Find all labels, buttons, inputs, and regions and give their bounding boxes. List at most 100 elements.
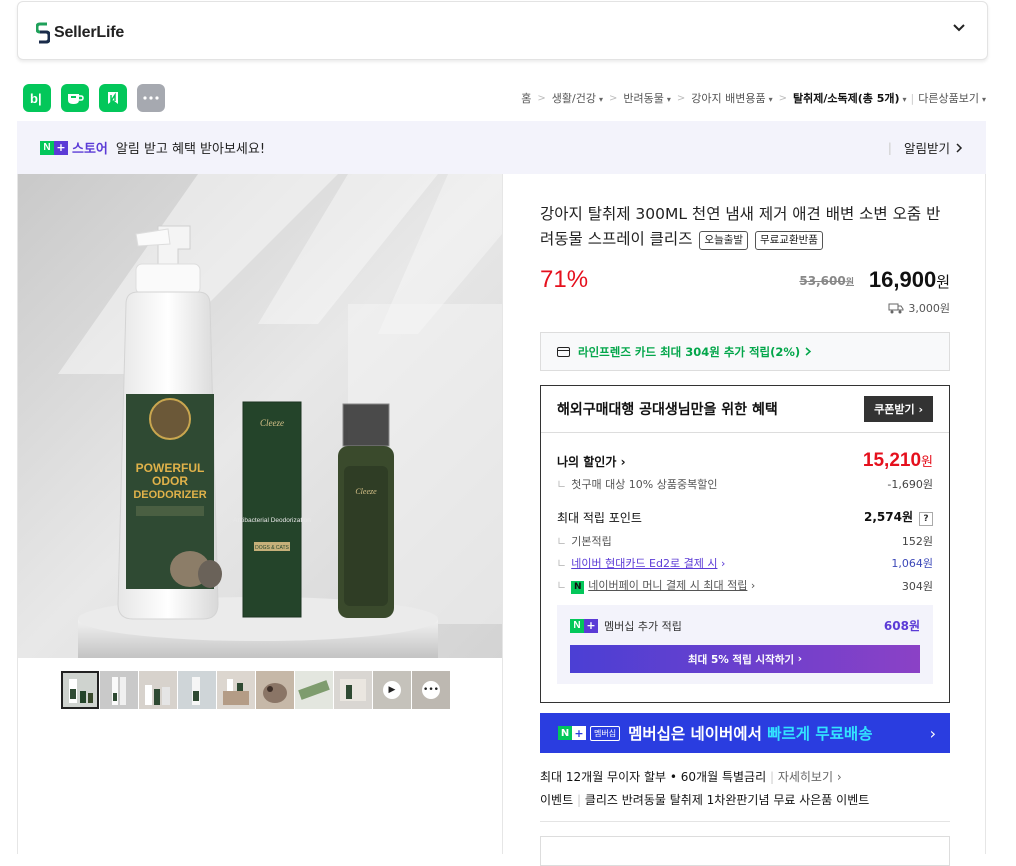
thumbnail-1[interactable] (61, 671, 99, 709)
thumbnail-5[interactable] (217, 671, 255, 709)
membership-badge-icon: N + 멤버십 (558, 725, 621, 741)
help-icon[interactable]: ? (919, 512, 933, 526)
basic-points-value: 152원 (901, 535, 933, 548)
cafe-cup-icon (68, 94, 84, 104)
caret-down-icon: ▾ (981, 95, 986, 104)
section-divider (540, 821, 950, 822)
thumbnail-more[interactable]: ••• (412, 671, 450, 709)
breadcrumb-separator: > (537, 92, 546, 104)
thumbnail-3[interactable] (139, 671, 177, 709)
product-photo: POWERFUL ODOR DEODORIZER Cleeze Antibact… (18, 174, 502, 658)
chevron-right-icon: › (720, 557, 726, 570)
points-label: 최대 적립 포인트 (557, 510, 642, 525)
coupon-button-label: 쿠폰받기 (874, 403, 915, 416)
brand-name: SellerLife (54, 24, 125, 41)
discount-rate: 71% (540, 266, 589, 293)
thumbnail-2-image (112, 677, 126, 705)
play-icon: ▶ (383, 681, 401, 699)
benefit-title: 해외구매대행 공대생님만을 위한 혜택 (557, 402, 778, 418)
chevron-right-icon (805, 347, 812, 356)
membership-banner[interactable]: N + 멤버십 멤버십은 네이버에서 빠르게 무료배송 › (540, 713, 950, 753)
sale-price: 16,900원 (869, 267, 950, 293)
breadcrumb: 홈 > 생활/건강 ▾ > 반려동물 ▾ > 강아지 배변용품 ▾ > 탈취제/소독제… (521, 90, 986, 106)
sellerlife-logo-icon (36, 22, 50, 44)
breadcrumb-category-3[interactable]: 강아지 배변용품 ▾ (691, 90, 772, 106)
thumbnail-7[interactable] (295, 671, 333, 709)
membership-box: N + 멤버십 추가 적립 608원 최대 5% 적립 시작하기 › (557, 605, 933, 684)
hyundai-card-link[interactable]: 네이버 현대카드 Ed2로 결제 시 (571, 557, 717, 570)
box-text: Antibacterial Deodorization (233, 517, 311, 524)
points-value: 2,574원? (864, 508, 933, 526)
tag-free-return: 무료교환반품 (754, 231, 823, 250)
thumbnail-4-image (192, 677, 200, 705)
more-apps-button[interactable] (137, 84, 165, 112)
membership-label: N + 멤버십 추가 적립 (570, 618, 682, 634)
plus-badge: + (584, 618, 598, 633)
sale-price-value: 16,900 (868, 267, 937, 292)
hyundai-card-label[interactable]: ∟ 네이버 현대카드 Ed2로 결제 시 › (557, 555, 725, 571)
my-price-label[interactable]: 나의 할인가 › (557, 453, 626, 470)
thumbnail-8[interactable] (334, 671, 372, 709)
other-products-link[interactable]: 다른상품보기 ▾ (918, 90, 986, 106)
thumbnail-8-image (340, 679, 366, 701)
thumbnail-video[interactable]: ▶ (373, 671, 411, 709)
nplus-badge-icon: N + (570, 618, 598, 633)
caret-down-icon: ▾ (768, 95, 773, 104)
breadcrumb-category-1-label: 생활/건강 (551, 92, 596, 105)
indent-icon: ∟ (557, 535, 567, 548)
npay-icon: N (571, 581, 585, 594)
n-badge: N (570, 618, 584, 633)
column-divider (502, 174, 503, 854)
thumbnail-4[interactable] (178, 671, 216, 709)
original-price-unit: 원 (845, 278, 854, 288)
thumbnail-6[interactable] (256, 671, 294, 709)
first-purchase-label: ∟ 첫구매 대상 10% 상품중복할인 (557, 476, 717, 492)
chevron-right-icon: › (918, 403, 923, 416)
box-label-text: DOGS & CATS (255, 545, 289, 551)
breadcrumb-category-2-label: 반려동물 (623, 92, 664, 105)
banner-text-main: 멤버십은 네이버에서 (628, 725, 768, 743)
product-image[interactable]: POWERFUL ODOR DEODORIZER Cleeze Antibact… (18, 174, 502, 658)
my-price-row: 나의 할인가 › 15,210원 (557, 450, 933, 472)
chevron-down-icon[interactable] (953, 22, 965, 34)
points-row: 최대 적립 포인트 2,574원? (557, 508, 933, 526)
card-promo-banner[interactable]: 라인프렌즈 카드 최대 304원 추가 적립(2%) (540, 332, 950, 371)
membership-start-button[interactable]: 최대 5% 적립 시작하기 › (570, 645, 920, 673)
product-main: POWERFUL ODOR DEODORIZER Cleeze Antibact… (17, 174, 986, 866)
box-brand-text: Cleeze (260, 418, 284, 428)
truck-icon (888, 303, 904, 313)
n-badge: N (558, 726, 572, 740)
npay-value: 304원 (901, 579, 933, 593)
breadcrumb-category-2[interactable]: 반려동물 ▾ (623, 90, 671, 106)
my-price-unit: 원 (921, 454, 933, 469)
event-text[interactable]: 클리즈 반려동물 탈취제 1차완판기념 무료 사은품 이벤트 (585, 793, 869, 807)
breadcrumb-home[interactable]: 홈 (521, 90, 531, 106)
membership-badge-text: 멤버십 (590, 725, 621, 741)
divider: | (887, 140, 892, 155)
membership-label-text: 멤버십 추가 적립 (604, 619, 682, 633)
credit-card-icon (557, 346, 570, 357)
breadcrumb-category-1[interactable]: 생활/건강 ▾ (552, 90, 603, 106)
sellerlife-logo[interactable]: SellerLife (36, 22, 124, 44)
npay-label[interactable]: ∟ N 네이버페이 머니 결제 시 최대 적립 › (557, 577, 755, 594)
blog-app-button[interactable]: b| (23, 84, 51, 112)
cafe-app-button[interactable] (61, 84, 89, 112)
hyundai-card-row: ∟ 네이버 현대카드 Ed2로 결제 시 › 1,064원 (557, 555, 933, 571)
original-price-value: 53,600 (799, 274, 846, 288)
event-info: 이벤트 | 클리즈 반려동물 탈취제 1차완판기념 무료 사은품 이벤트 (540, 791, 869, 808)
details-link[interactable]: 자세히보기 › (778, 770, 842, 784)
npay-link[interactable]: 네이버페이 머니 결제 시 최대 적립 (588, 579, 747, 592)
benefit-box: 해외구매대행 공대생님만을 위한 혜택 쿠폰받기 › 나의 할인가 › 15,2… (540, 385, 950, 703)
bookmark-app-button[interactable] (99, 84, 127, 112)
chevron-right-icon: › (929, 723, 936, 743)
first-purchase-row: ∟ 첫구매 대상 10% 상품중복할인 -1,690원 (557, 476, 933, 492)
basic-points-text: 기본적립 (571, 535, 612, 548)
coupon-button[interactable]: 쿠폰받기 › (864, 396, 933, 422)
subscribe-alert-button[interactable]: | 알림받기 (888, 138, 964, 157)
breadcrumb-category-4-label: 탈취제/소독제(총 5개) (793, 92, 900, 105)
product-title: 강아지 탈취제 300ML 천연 냄새 제거 애견 배변 소변 오줌 반려동물 … (540, 202, 950, 252)
breadcrumb-category-4[interactable]: 탈취제/소독제(총 5개) ▾ (793, 90, 907, 106)
app-shortcuts: b| (23, 84, 165, 112)
thumbnail-2[interactable] (100, 671, 138, 709)
npay-row: ∟ N 네이버페이 머니 결제 시 최대 적립 › 304원 (557, 577, 933, 594)
